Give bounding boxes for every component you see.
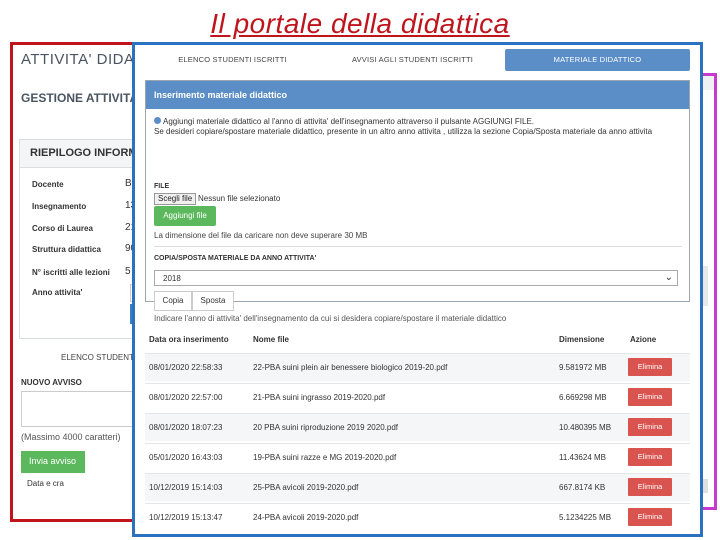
column-header-date: Data ora inserimento	[149, 335, 229, 344]
info-text: Aggiungi materiale didattico al l'anno d…	[154, 117, 684, 137]
delete-button[interactable]: Elimina	[628, 508, 672, 526]
add-file-button[interactable]: Aggiungi file	[154, 206, 216, 226]
tab-avvisi-studenti[interactable]: AVVISI AGLI STUDENTI ISCRITTI	[325, 49, 500, 71]
table-row: 05/01/2020 16:43:03 19-PBA suini razze e…	[145, 443, 690, 471]
tab-bar: ELENCO STUDENTI ISCRITTI AVVISI AGLI STU…	[135, 45, 700, 75]
cell-file-name[interactable]: 22-PBA suini plein air benessere biologi…	[253, 363, 447, 372]
table-row: 08/01/2020 22:58:33 22-PBA suini plein a…	[145, 353, 690, 381]
table-row: 08/01/2020 18:07:23 20 PBA suini riprodu…	[145, 413, 690, 441]
cell-file-name[interactable]: 20 PBA suini riproduzione 2019 2020.pdf	[253, 423, 398, 432]
no-file-text: Nessun file selezionato	[198, 194, 281, 203]
new-notice-label: NUOVO AVVISO	[21, 378, 82, 387]
main-window: ELENCO STUDENTI ISCRITTI AVVISI AGLI STU…	[132, 42, 703, 537]
table-row: 10/12/2019 15:13:47 24-PBA avicoli 2019-…	[145, 503, 690, 531]
summary-value-iscritti: 5	[125, 266, 131, 277]
tab-elenco-studenti-iscritti[interactable]: ELENCO STUDENTI ISCRITTI	[145, 49, 320, 71]
column-header-size: Dimensione	[559, 335, 605, 344]
cell-file-name[interactable]: 19-PBA suini razze e MG 2019-2020.pdf	[253, 453, 396, 462]
delete-button[interactable]: Elimina	[628, 478, 672, 496]
section-title: GESTIONE ATTIVITA	[21, 91, 139, 105]
cell-date: 10/12/2019 15:13:47	[149, 513, 223, 522]
column-header-name: Nome file	[253, 335, 290, 344]
cell-date: 08/01/2020 22:57:00	[149, 393, 223, 402]
cell-date: 10/12/2019 15:14:03	[149, 483, 223, 492]
max-chars-note: (Massimo 4000 caratteri)	[21, 432, 121, 442]
file-label: FILE	[154, 183, 170, 190]
summary-label-anno: Anno attivita'	[32, 288, 83, 297]
copy-move-hint: Indicare l'anno di attivita' dell'insegn…	[154, 314, 507, 323]
cell-size: 10.480395 MB	[559, 423, 612, 432]
summary-label-struttura: Struttura didattica	[32, 245, 101, 254]
summary-label-docente: Docente	[32, 180, 64, 189]
cell-date: 08/01/2020 18:07:23	[149, 423, 223, 432]
delete-button[interactable]: Elimina	[628, 418, 672, 436]
info-icon	[154, 117, 161, 124]
info-line-1: Aggiungi materiale didattico al l'anno d…	[163, 117, 534, 126]
cell-date: 08/01/2020 22:58:33	[149, 363, 223, 372]
chevron-down-icon: ⌄	[664, 272, 673, 283]
cell-size: 5.1234225 MB	[559, 513, 612, 522]
tab-elenco-studenti[interactable]: ELENCO STUDENT	[61, 353, 134, 362]
slide-title: Il portale della didattica	[210, 8, 510, 39]
cell-file-name[interactable]: 21-PBA suini ingrasso 2019-2020.pdf	[253, 393, 385, 402]
cell-size: 6.669298 MB	[559, 393, 607, 402]
copy-button[interactable]: Copia	[154, 291, 192, 311]
table-row: 08/01/2020 22:57:00 21-PBA suini ingrass…	[145, 383, 690, 411]
summary-label-insegnamento: Insegnamento	[32, 202, 87, 211]
delete-button[interactable]: Elimina	[628, 358, 672, 376]
cell-date: 05/01/2020 16:43:03	[149, 453, 223, 462]
summary-label-iscritti: N° iscritti alle lezioni	[32, 268, 110, 277]
year-select[interactable]: 2018 ⌄	[154, 270, 678, 286]
send-notice-button[interactable]: Invia avviso	[21, 451, 85, 473]
info-line-2: Se desideri copiare/spostare materiale d…	[154, 127, 653, 136]
delete-button[interactable]: Elimina	[628, 388, 672, 406]
summary-label-corso: Corso di Laurea	[32, 224, 93, 233]
insert-material-header: Inserimento materiale didattico	[146, 81, 689, 109]
cell-file-name[interactable]: 25-PBA avicoli 2019-2020.pdf	[253, 483, 358, 492]
year-selected-value: 2018	[163, 274, 181, 283]
cell-size: 9.581972 MB	[559, 363, 607, 372]
table-row: 10/12/2019 15:14:03 25-PBA avicoli 2019-…	[145, 473, 690, 501]
cell-size: 11.43624 MB	[559, 453, 606, 462]
app-title: ATTIVITA' DIDAT	[21, 51, 144, 68]
move-button[interactable]: Sposta	[192, 291, 234, 311]
divider	[154, 246, 682, 247]
new-notice-textarea[interactable]	[21, 391, 141, 427]
cell-file-name[interactable]: 24-PBA avicoli 2019-2020.pdf	[253, 513, 358, 522]
delete-button[interactable]: Elimina	[628, 448, 672, 466]
copy-move-label: COPIA/SPOSTA MATERIALE DA ANNO ATTIVITA'	[154, 255, 317, 262]
insert-material-panel: Inserimento materiale didattico Aggiungi…	[145, 80, 690, 323]
size-note: La dimensione del file da caricare non d…	[154, 231, 368, 240]
tab-materiale-didattico[interactable]: MATERIALE DIDATTICO	[505, 49, 690, 71]
choose-file-button[interactable]: Scegli file	[154, 193, 197, 205]
cell-size: 667.8174 KB	[559, 483, 606, 492]
column-header-action: Azione	[630, 335, 657, 344]
date-column-header: Data e cra	[27, 479, 64, 488]
